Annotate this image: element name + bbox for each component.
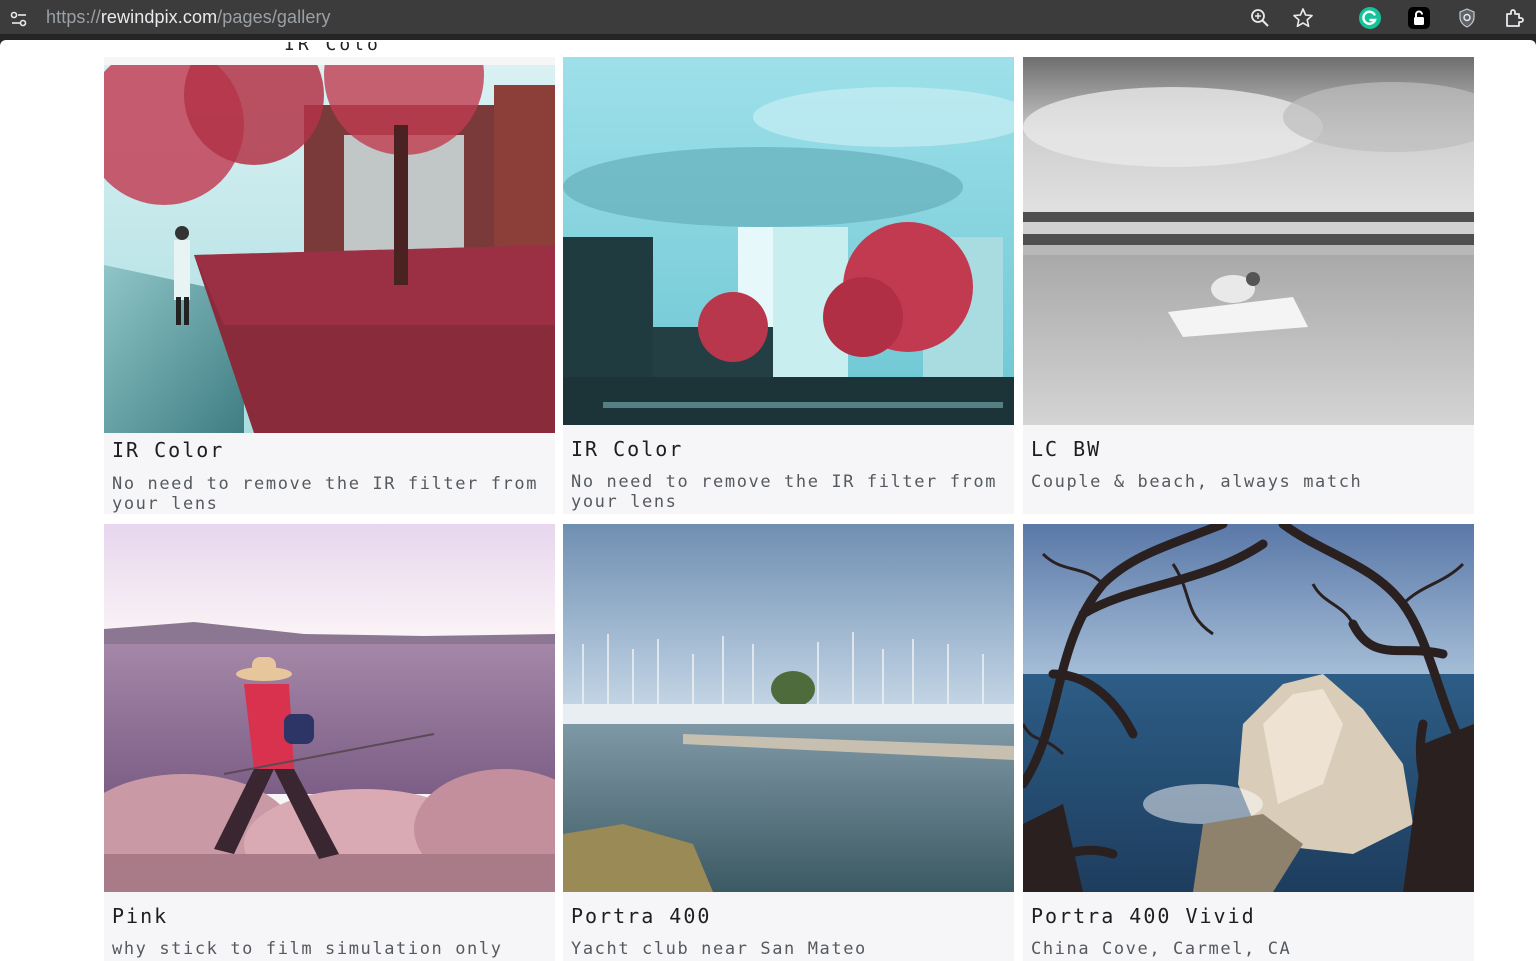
gallery-card[interactable]: Portra 400 Yacht club near San Mateo [563,524,1014,961]
card-description: No need to remove the IR filter from you… [571,472,998,512]
card-description: Yacht club near San Mateo [571,939,867,959]
browser-toolbar: https://rewindpix.com/pages/gallery [0,0,1536,40]
address-bar-url[interactable]: https://rewindpix.com/pages/gallery [46,7,331,28]
gallery-photo[interactable] [1023,524,1474,892]
gallery-card[interactable]: Portra 400 Vivid China Cove, Carmel, CA [1023,524,1474,961]
gallery-card[interactable]: Pink why stick to film simulation only [104,524,555,961]
gallery-card[interactable]: IR Color No need to remove the IR filter… [104,57,555,514]
gallery-photo[interactable] [104,65,555,433]
site-info-icon[interactable] [8,8,30,30]
card-title: IR Color [112,438,225,462]
zoom-icon[interactable] [1247,5,1273,31]
gallery-photo[interactable] [563,524,1014,892]
card-title: LC BW [1031,437,1102,461]
toolbar-divider [0,40,1536,46]
card-title: Portra 400 [571,904,712,928]
gallery-card[interactable]: LC BW Couple & beach, always match [1023,57,1474,514]
card-description: why stick to film simulation only [112,939,503,959]
gallery-photo[interactable] [1023,57,1474,425]
card-description: Couple & beach, always match [1031,472,1363,492]
lock-extension-icon[interactable] [1406,5,1432,31]
bookmark-star-icon[interactable] [1290,5,1316,31]
card-description: No need to remove the IR filter from you… [112,474,539,514]
section-heading-cutoff: IR Color [284,42,384,55]
card-description: China Cove, Carmel, CA [1031,939,1292,959]
url-path: /pages/gallery [217,7,331,27]
extensions-puzzle-icon[interactable] [1502,5,1528,31]
gallery-photo[interactable] [563,57,1014,425]
grammarly-icon[interactable] [1357,5,1383,31]
card-title: Portra 400 Vivid [1031,904,1256,928]
url-host: rewindpix.com [100,7,218,27]
shield-extension-icon[interactable] [1454,5,1480,31]
gallery-photo[interactable] [104,524,555,892]
url-scheme: https:// [46,7,101,27]
card-title: Pink [112,904,169,928]
card-title: IR Color [571,437,684,461]
gallery-card[interactable]: IR Color No need to remove the IR filter… [563,57,1014,514]
